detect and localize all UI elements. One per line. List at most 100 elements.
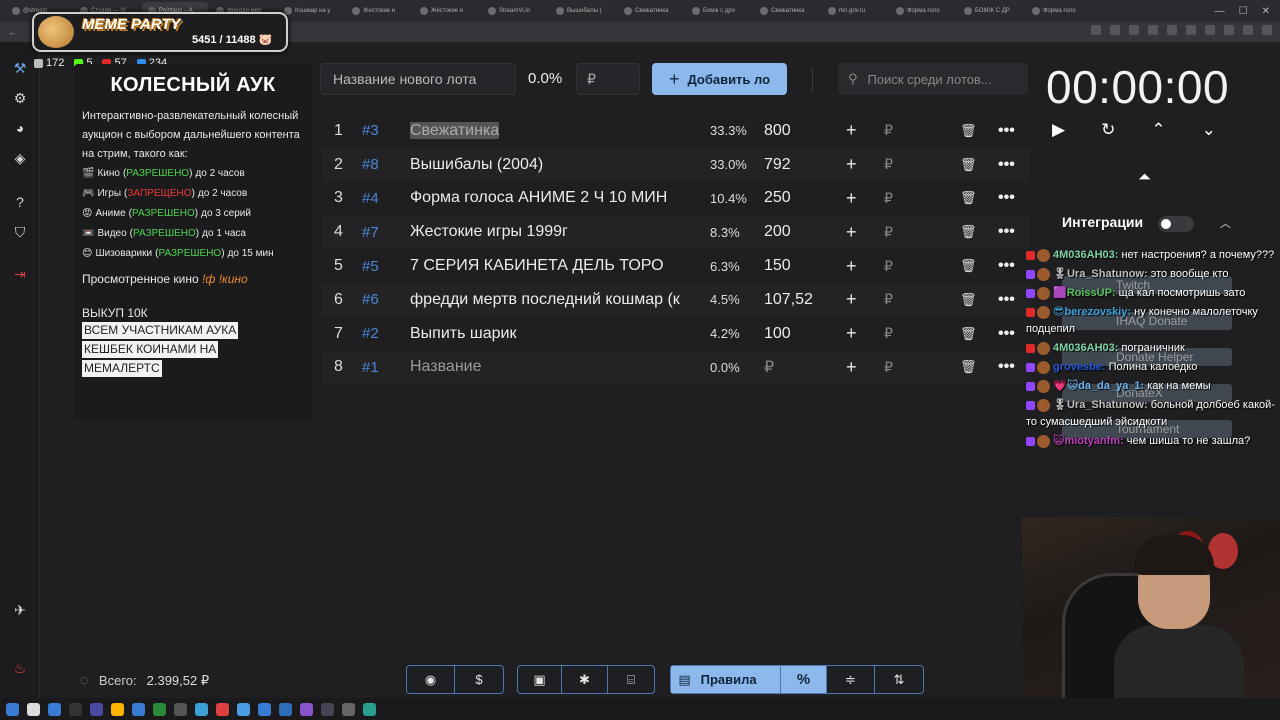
- lot-amount[interactable]: 107,52: [764, 291, 813, 309]
- add-amount-input[interactable]: ₽: [884, 190, 893, 207]
- add-amount-plus-icon[interactable]: +: [846, 222, 857, 243]
- maximize-icon[interactable]: ☐: [1239, 6, 1248, 17]
- rules-button[interactable]: ▤ Правила: [671, 666, 781, 693]
- compact-view-button[interactable]: ≑: [827, 666, 875, 693]
- lot-amount[interactable]: 150: [764, 257, 791, 275]
- add-amount-input[interactable]: ₽: [884, 224, 893, 241]
- github-button[interactable]: ◉: [407, 666, 455, 693]
- more-options-icon[interactable]: •••: [998, 358, 1015, 376]
- increase-time-icon[interactable]: ⌃: [1151, 120, 1165, 140]
- delete-trash-icon[interactable]: 🗑: [960, 190, 977, 206]
- extension-icon[interactable]: [1091, 25, 1101, 35]
- more-options-icon[interactable]: •••: [998, 122, 1015, 140]
- delete-trash-icon[interactable]: 🗑: [960, 157, 977, 173]
- lot-name-input[interactable]: Свежатинка: [410, 121, 692, 140]
- delete-trash-icon[interactable]: 🗑: [960, 258, 977, 274]
- more-options-icon[interactable]: •••: [998, 156, 1015, 174]
- save-button[interactable]: ▣: [518, 666, 562, 693]
- percent-toggle-button[interactable]: %: [781, 666, 827, 693]
- add-amount-input[interactable]: ₽: [884, 156, 893, 173]
- browser-tab[interactable]: Жестокие и: [346, 2, 412, 20]
- taskbar-app-icon[interactable]: [153, 702, 166, 716]
- extension-icon[interactable]: [1148, 25, 1158, 35]
- add-amount-plus-icon[interactable]: +: [846, 256, 857, 277]
- layers-icon[interactable]: ◈: [10, 148, 30, 168]
- extension-icon[interactable]: [1262, 25, 1272, 35]
- lot-amount[interactable]: 200: [764, 223, 791, 241]
- taskbar-app-icon[interactable]: [258, 702, 271, 716]
- browser-tab[interactable]: Свежатинка: [754, 2, 820, 20]
- bug-report-button[interactable]: ✱: [562, 666, 608, 693]
- donate-button[interactable]: $: [455, 666, 503, 693]
- lot-name-input[interactable]: Выпить шарик: [410, 325, 692, 343]
- lot-amount[interactable]: ₽: [764, 357, 774, 377]
- taskbar-app-icon[interactable]: [69, 702, 82, 716]
- taskbar-app-icon[interactable]: [132, 702, 145, 716]
- settings-gear-icon[interactable]: ⚙: [10, 88, 30, 108]
- delete-trash-icon[interactable]: 🗑: [960, 326, 977, 342]
- browser-tab[interactable]: Кошмар на у: [278, 2, 344, 20]
- auction-hammer-icon[interactable]: ⚒: [10, 58, 30, 78]
- lot-amount[interactable]: 800: [764, 122, 791, 140]
- telegram-icon[interactable]: ✈: [10, 600, 30, 620]
- boosty-icon[interactable]: ♨: [10, 658, 30, 678]
- shield-icon[interactable]: ⛉: [10, 222, 30, 242]
- taskbar-app-icon[interactable]: [321, 702, 334, 716]
- delete-trash-icon[interactable]: 🗑: [960, 224, 977, 240]
- lot-amount[interactable]: 100: [764, 325, 791, 343]
- reset-icon[interactable]: ↻: [1101, 120, 1115, 140]
- back-arrow-icon[interactable]: ←: [8, 27, 17, 37]
- add-amount-plus-icon[interactable]: +: [846, 154, 857, 175]
- extension-icon[interactable]: [1167, 25, 1177, 35]
- more-options-icon[interactable]: •••: [998, 189, 1015, 207]
- browser-tab[interactable]: rkn.gov.ru: [822, 2, 888, 20]
- extension-icon[interactable]: [1224, 25, 1234, 35]
- lot-amount[interactable]: 792: [764, 156, 791, 174]
- taskbar-app-icon[interactable]: [6, 702, 19, 716]
- add-amount-plus-icon[interactable]: +: [846, 323, 857, 344]
- more-options-icon[interactable]: •••: [998, 223, 1015, 241]
- lot-name-input[interactable]: Вышибалы (2004): [410, 156, 692, 174]
- extension-icon[interactable]: [1243, 25, 1253, 35]
- sort-button[interactable]: ⇅: [875, 666, 923, 693]
- chevron-up-icon[interactable]: ︿: [1220, 215, 1231, 231]
- add-amount-plus-icon[interactable]: +: [846, 357, 857, 378]
- lot-amount[interactable]: 250: [764, 189, 791, 207]
- taskbar-app-icon[interactable]: [279, 702, 292, 716]
- delete-trash-icon[interactable]: 🗑: [960, 292, 977, 308]
- wheel-icon[interactable]: ◕: [10, 118, 30, 138]
- extension-icon[interactable]: [1186, 25, 1196, 35]
- browser-tab[interactable]: Вышибалы (: [550, 2, 616, 20]
- taskbar-app-icon[interactable]: [216, 702, 229, 716]
- delete-trash-icon[interactable]: 🗑: [960, 359, 977, 375]
- add-amount-plus-icon[interactable]: +: [846, 188, 857, 209]
- lot-name-input[interactable]: фредди мертв последний кошмар (к: [410, 291, 692, 309]
- taskbar-app-icon[interactable]: [27, 702, 40, 716]
- taskbar-app-icon[interactable]: [195, 702, 208, 716]
- add-amount-plus-icon[interactable]: +: [846, 289, 857, 310]
- browser-tab[interactable]: Форма голо: [890, 2, 956, 20]
- taskbar-app-icon[interactable]: [342, 702, 355, 716]
- more-options-icon[interactable]: •••: [998, 257, 1015, 275]
- extension-icon[interactable]: [1110, 25, 1120, 35]
- add-amount-input[interactable]: ₽: [884, 258, 893, 275]
- taskbar-app-icon[interactable]: [90, 702, 103, 716]
- help-icon[interactable]: ?: [10, 192, 30, 212]
- extension-icon[interactable]: [1205, 25, 1215, 35]
- taskbar-app-icon[interactable]: [237, 702, 250, 716]
- add-amount-input[interactable]: ₽: [884, 291, 893, 308]
- collapse-up-icon[interactable]: ⏶: [1138, 169, 1151, 187]
- new-lot-amount-input[interactable]: ₽: [576, 63, 640, 95]
- browser-tab[interactable]: Бомж с дро: [686, 2, 752, 20]
- taskbar-app-icon[interactable]: [363, 702, 376, 716]
- close-icon[interactable]: ✕: [1262, 6, 1270, 17]
- more-options-icon[interactable]: •••: [998, 291, 1015, 309]
- browser-tab[interactable]: StreamVi.io: [482, 2, 548, 20]
- browser-tab[interactable]: Форма голо: [1026, 2, 1092, 20]
- hide-eye-icon[interactable]: ◌: [80, 672, 89, 689]
- lot-name-input[interactable]: Название: [410, 358, 692, 376]
- taskbar-app-icon[interactable]: [48, 702, 61, 716]
- browser-tab[interactable]: БОМЖ С ДР: [958, 2, 1024, 20]
- decrease-time-icon[interactable]: ⌄: [1202, 120, 1216, 140]
- taskbar-app-icon[interactable]: [174, 702, 187, 716]
